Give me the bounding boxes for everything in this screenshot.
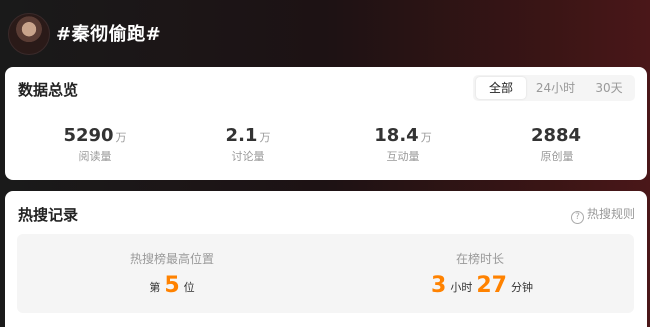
hot-search-record-box: 热搜榜最高位置 第5位 在榜时长 3 小时 27 分钟 [17, 234, 634, 313]
avatar[interactable] [8, 13, 50, 55]
stat-unit: 万 [115, 131, 127, 144]
stat-value: 5290 [63, 125, 114, 146]
hot-search-card: 热搜记录 ? 热搜规则 热搜榜最高位置 第5位 在榜时长 3 小时 27 分钟 [5, 191, 647, 327]
tab-30-days[interactable]: 30天 [585, 77, 633, 99]
hot-search-rules-link[interactable]: ? 热搜规则 [570, 205, 635, 224]
time-on-list: 在榜时长 3 小时 27 分钟 [330, 250, 630, 302]
tab-all[interactable]: 全部 [476, 77, 526, 99]
minutes-unit: 分钟 [510, 281, 533, 294]
overview-title: 数据总览 [18, 81, 79, 99]
stat-value: 18.4 [374, 125, 419, 146]
peak-position-label: 热搜榜最高位置 [129, 252, 214, 266]
duration-minutes: 27 [476, 273, 507, 298]
stat-unit: 万 [420, 131, 432, 144]
page-title: #秦彻偷跑# [56, 24, 162, 45]
stat-reads: 5290 万 阅读量 [25, 124, 165, 164]
duration-hours: 3 [431, 273, 447, 298]
peak-prefix: 第 [149, 281, 161, 294]
peak-position: 热搜榜最高位置 第5位 [22, 250, 322, 302]
peak-value: 5 [164, 273, 180, 298]
help-circle-icon: ? [570, 211, 584, 224]
hours-unit: 小时 [450, 281, 473, 294]
time-on-list-label: 在榜时长 [455, 252, 504, 266]
tab-24-hours[interactable]: 24小时 [527, 77, 584, 99]
overview-card: 数据总览 全部 24小时 30天 5290 万 阅读量 2.1 万 讨论量 18.4… [5, 67, 647, 180]
rules-label: 热搜规则 [586, 207, 635, 221]
time-range-tabs: 全部 24小时 30天 [473, 75, 635, 101]
peak-suffix: 位 [183, 281, 195, 294]
stat-discussions: 2.1 万 讨论量 [178, 124, 318, 164]
stat-value: 2884 [530, 125, 582, 146]
stat-unit: 万 [259, 131, 271, 144]
hot-search-title: 热搜记录 [18, 206, 79, 224]
topic-header: #秦彻偷跑# [0, 0, 650, 66]
stat-interactions: 18.4 万 互动量 [333, 124, 473, 164]
stat-originals: 2884 原创量 [487, 124, 627, 164]
stat-value: 2.1 [225, 125, 258, 146]
stat-label: 阅读量 [78, 150, 112, 163]
stat-label: 原创量 [540, 150, 574, 163]
stat-label: 讨论量 [231, 150, 265, 163]
stat-label: 互动量 [386, 150, 420, 163]
